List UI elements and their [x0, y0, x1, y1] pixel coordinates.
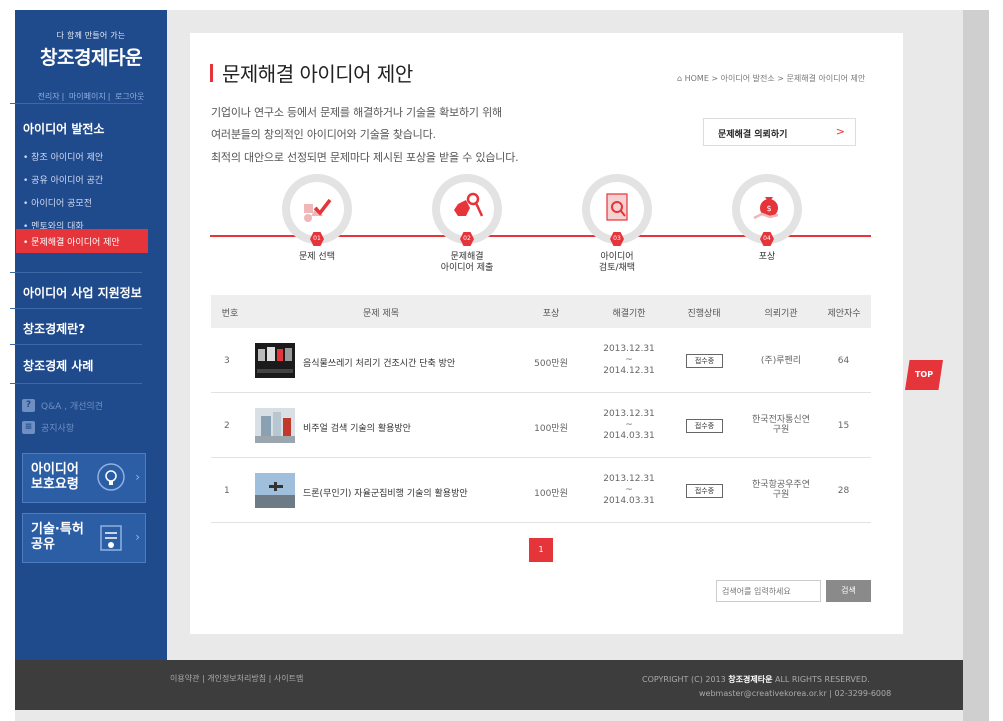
product-thumbnail[interactable]: [255, 408, 295, 443]
notice-link[interactable]: ≡ 공지사항: [22, 421, 74, 434]
step-label: 포상: [758, 252, 776, 262]
row-agency: (주)루펜리: [760, 356, 802, 366]
footer-copyright: COPYRIGHT (C) 2013 창조경제타운 ALL RIGHTS RES…: [642, 675, 870, 684]
row-title-link[interactable]: 비주얼 검색 기술의 활용방안: [303, 421, 411, 434]
document-magnifier-icon: [606, 193, 628, 221]
logo-tagline: 다 함께 만들어 가는: [56, 31, 126, 40]
row-agency: 한국항공우주연 구원: [752, 480, 810, 500]
scroll-top-button[interactable]: TOP: [905, 360, 943, 390]
nav-divider: [10, 383, 142, 384]
nav-divider: [10, 272, 142, 273]
nav-sub-problem-solving[interactable]: • 문제해결 아이디어 제안: [23, 235, 120, 248]
nav-divider: [10, 308, 142, 309]
col-count: 제안자수: [827, 309, 861, 319]
notice-icon: ≡: [22, 421, 35, 434]
site-logo[interactable]: 다 함께 만들어 가는 창조경제타운: [15, 30, 167, 70]
row-period: 2013.12.31 ~2014.03.31: [603, 409, 655, 441]
row-period: 2013.12.31 ~2014.12.31: [603, 344, 655, 376]
banner-tech-share[interactable]: 기술·특허 공유 ›: [22, 513, 146, 563]
bulb-icon: [97, 463, 125, 491]
chevron-right-icon: ›: [135, 530, 140, 544]
footer: [15, 660, 963, 710]
search-input[interactable]: [716, 580, 821, 602]
status-badge: 접수중: [686, 484, 723, 498]
nav-about[interactable]: 창조경제란?: [23, 320, 85, 337]
notice-label: 공지사항: [41, 424, 75, 434]
col-status: 진행상태: [687, 309, 721, 319]
request-btn-label: 문제해결 의뢰하기: [718, 130, 788, 140]
qna-link[interactable]: ? Q&A , 개선의견: [22, 399, 103, 412]
key-icon: [454, 192, 484, 217]
intro-line-2: 여러분들의 창의적인 아이디어와 기술을 찾습니다.: [211, 128, 436, 141]
product-thumbnail[interactable]: [255, 473, 295, 508]
step-label: 아이디어 검토/채택: [598, 252, 636, 273]
question-icon: ?: [22, 399, 35, 412]
row-reward: 500만원: [534, 359, 568, 369]
nav-divider: [10, 344, 142, 345]
col-reward: 포상: [542, 309, 560, 319]
nav-support-info[interactable]: 아이디어 사업 지원정보: [23, 284, 142, 301]
intro-line-3: 최적의 대안으로 선정되면 문제마다 제시된 포상을 받을 수 있습니다.: [211, 151, 519, 164]
mypage-link[interactable]: 마이페이지: [69, 92, 106, 101]
breadcrumb[interactable]: ⌂ HOME > 아이디어 발전소 > 문제해결 아이디어 제안: [677, 73, 865, 84]
nav-sub-shared-idea[interactable]: • 공유 아이디어 공간: [23, 173, 103, 186]
logout-link[interactable]: 로그아웃: [115, 92, 144, 101]
product-thumbnail[interactable]: [255, 343, 295, 378]
col-title: 문제 제목: [363, 309, 399, 319]
row-no: 2: [224, 421, 230, 431]
shapes-check-icon: [304, 198, 332, 222]
row-period: 2013.12.31 ~2014.03.31: [603, 474, 655, 506]
row-reward: 100만원: [534, 424, 568, 434]
footer-links[interactable]: 이용약관 | 개인정보처리방침 | 사이트맵: [170, 673, 303, 684]
col-agency: 의뢰기관: [764, 309, 798, 319]
banner-protect-label: 아이디어 보호요령: [31, 462, 79, 492]
util-links: 전리자 | 마이페이지 | 로그아웃: [37, 92, 145, 101]
qna-label: Q&A , 개선의견: [41, 402, 103, 412]
scroll-strip[interactable]: [963, 10, 989, 721]
row-no: 1: [224, 486, 230, 496]
footer-contact: webmaster@creativekorea.or.kr | 02-3299-…: [699, 689, 892, 698]
row-reward: 100만원: [534, 489, 568, 499]
step-label: 문제해결 아이디어 제출: [440, 252, 494, 273]
row-count: 64: [837, 356, 850, 366]
row-title-link[interactable]: 음식물쓰레기 처리기 건조시간 단축 방안: [303, 356, 455, 369]
logo-name: 창조경제타운: [40, 47, 142, 69]
row-count: 28: [837, 486, 850, 496]
nav-sub-contest[interactable]: • 아이디어 공모전: [23, 196, 92, 209]
request-problem-button[interactable]: 문제해결 의뢰하기 >: [703, 118, 856, 146]
table-row[interactable]: 2 비주얼 검색 기술의 활용방안 100만원 2013.12.31 ~2014.…: [211, 393, 871, 458]
chevron-right-icon: >: [835, 125, 845, 138]
nav-sub-creative-idea[interactable]: • 창조 아이디어 제안: [23, 150, 103, 163]
col-period: 해결기한: [612, 309, 646, 319]
table-header: 번호 문제 제목 포상 해결기한 진행상태 의뢰기관 제안자수: [211, 295, 871, 328]
search-button[interactable]: 검색: [826, 580, 871, 602]
banner-idea-protect[interactable]: 아이디어 보호요령 ›: [22, 453, 146, 503]
pagination-page-1[interactable]: 1: [529, 538, 553, 562]
intro-line-1: 기업이나 연구소 등에서 문제를 해결하거나 기술을 확보하기 위해: [211, 106, 502, 119]
nav-cases[interactable]: 창조경제 사례: [23, 357, 93, 374]
step-label: 문제 선택: [299, 252, 335, 262]
chevron-right-icon: ›: [135, 470, 140, 484]
status-badge: 접수중: [686, 354, 723, 368]
banner-share-label: 기술·특허 공유: [31, 522, 84, 552]
svg-text:$: $: [766, 204, 771, 213]
table-row[interactable]: 1 드론(무인기) 자율군집비행 기술의 활용방안 100만원 2013.12.…: [211, 458, 871, 523]
page-title: 문제해결 아이디어 제안: [210, 58, 413, 87]
money-bag-icon: $: [753, 197, 779, 220]
nav-divider: [10, 103, 142, 104]
col-no: 번호: [221, 309, 239, 319]
status-badge: 접수중: [686, 419, 723, 433]
table-row[interactable]: 3 음식물쓰레기 처리기 건조시간 단축 방안 500만원 2013.12.31…: [211, 328, 871, 393]
row-title-link[interactable]: 드론(무인기) 자율군집비행 기술의 활용방안: [303, 486, 468, 499]
row-count: 15: [837, 421, 850, 431]
row-agency: 한국전자통신연 구원: [752, 415, 810, 435]
nav-idea-plant[interactable]: 아이디어 발전소: [23, 120, 104, 137]
patent-doc-icon: [100, 525, 122, 551]
row-no: 3: [224, 356, 230, 366]
admin-link[interactable]: 전리자: [38, 92, 60, 101]
